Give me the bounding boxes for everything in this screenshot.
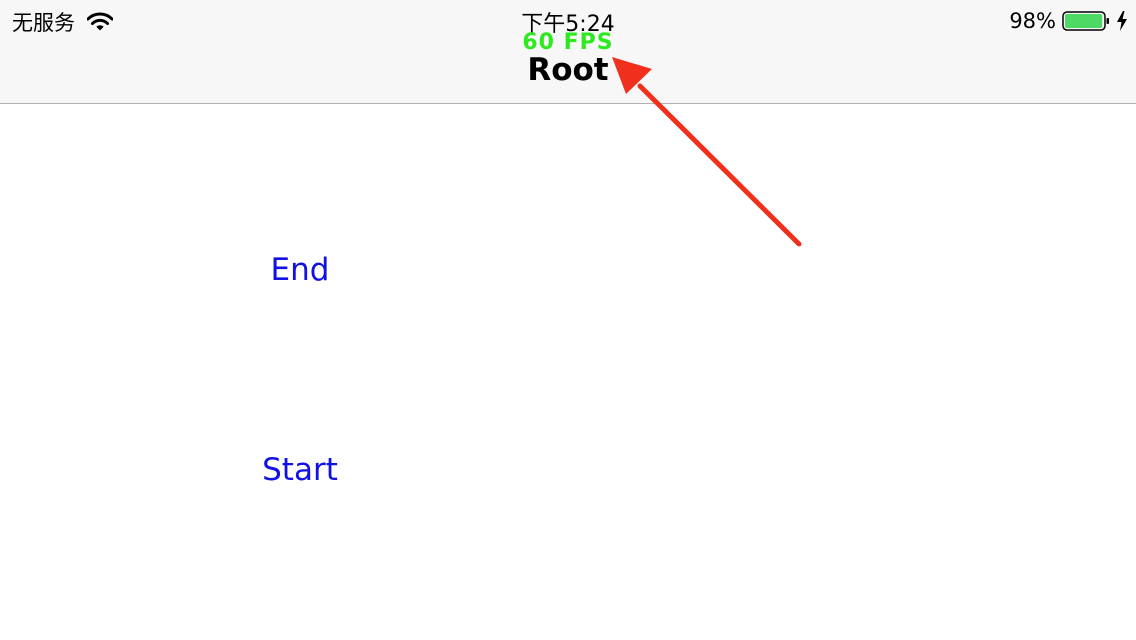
page-title: Root xyxy=(527,52,609,88)
navigation-bar: 无服务 下午5:24 60 FPS Root 98% xyxy=(0,0,1136,104)
start-button[interactable]: Start xyxy=(240,452,360,488)
arrow-shaft xyxy=(637,83,802,247)
end-button[interactable]: End xyxy=(240,252,360,288)
battery-percentage: 98% xyxy=(1009,9,1056,33)
status-bar-right: 98% xyxy=(1009,8,1128,34)
battery-fill xyxy=(1065,14,1103,28)
battery-icon xyxy=(1062,11,1109,31)
app-screen: 无服务 下午5:24 60 FPS Root 98% End Start xyxy=(0,0,1136,640)
charging-bolt-icon xyxy=(1117,11,1127,31)
